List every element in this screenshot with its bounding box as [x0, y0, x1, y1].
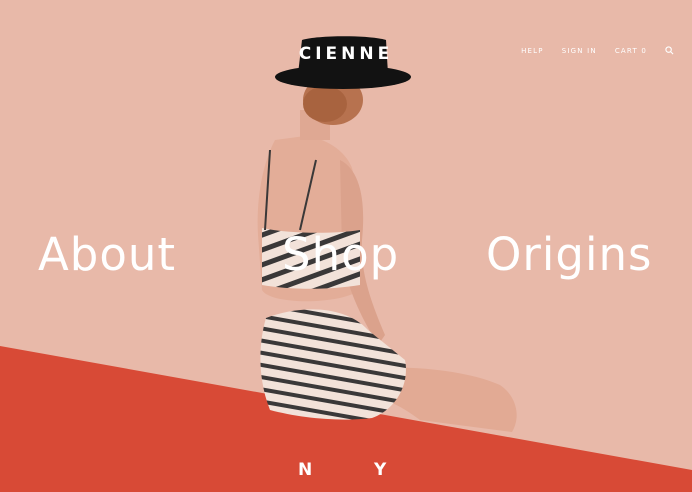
sign-in-link[interactable]: SIGN IN: [562, 47, 597, 55]
location-letter-n: N: [298, 460, 313, 480]
help-link[interactable]: HELP: [521, 47, 544, 55]
search-icon[interactable]: [665, 46, 674, 55]
location-letter-y: Y: [374, 460, 387, 480]
main-navigation: About Shop Origins: [0, 228, 692, 288]
top-navigation: HELP SIGN IN CART 0: [521, 46, 674, 55]
location-marker: N Y: [0, 460, 692, 484]
nav-origins[interactable]: Origins: [486, 228, 652, 281]
nav-shop[interactable]: Shop: [282, 228, 399, 281]
cart-link[interactable]: CART 0: [615, 47, 647, 55]
nav-about[interactable]: About: [38, 228, 176, 281]
